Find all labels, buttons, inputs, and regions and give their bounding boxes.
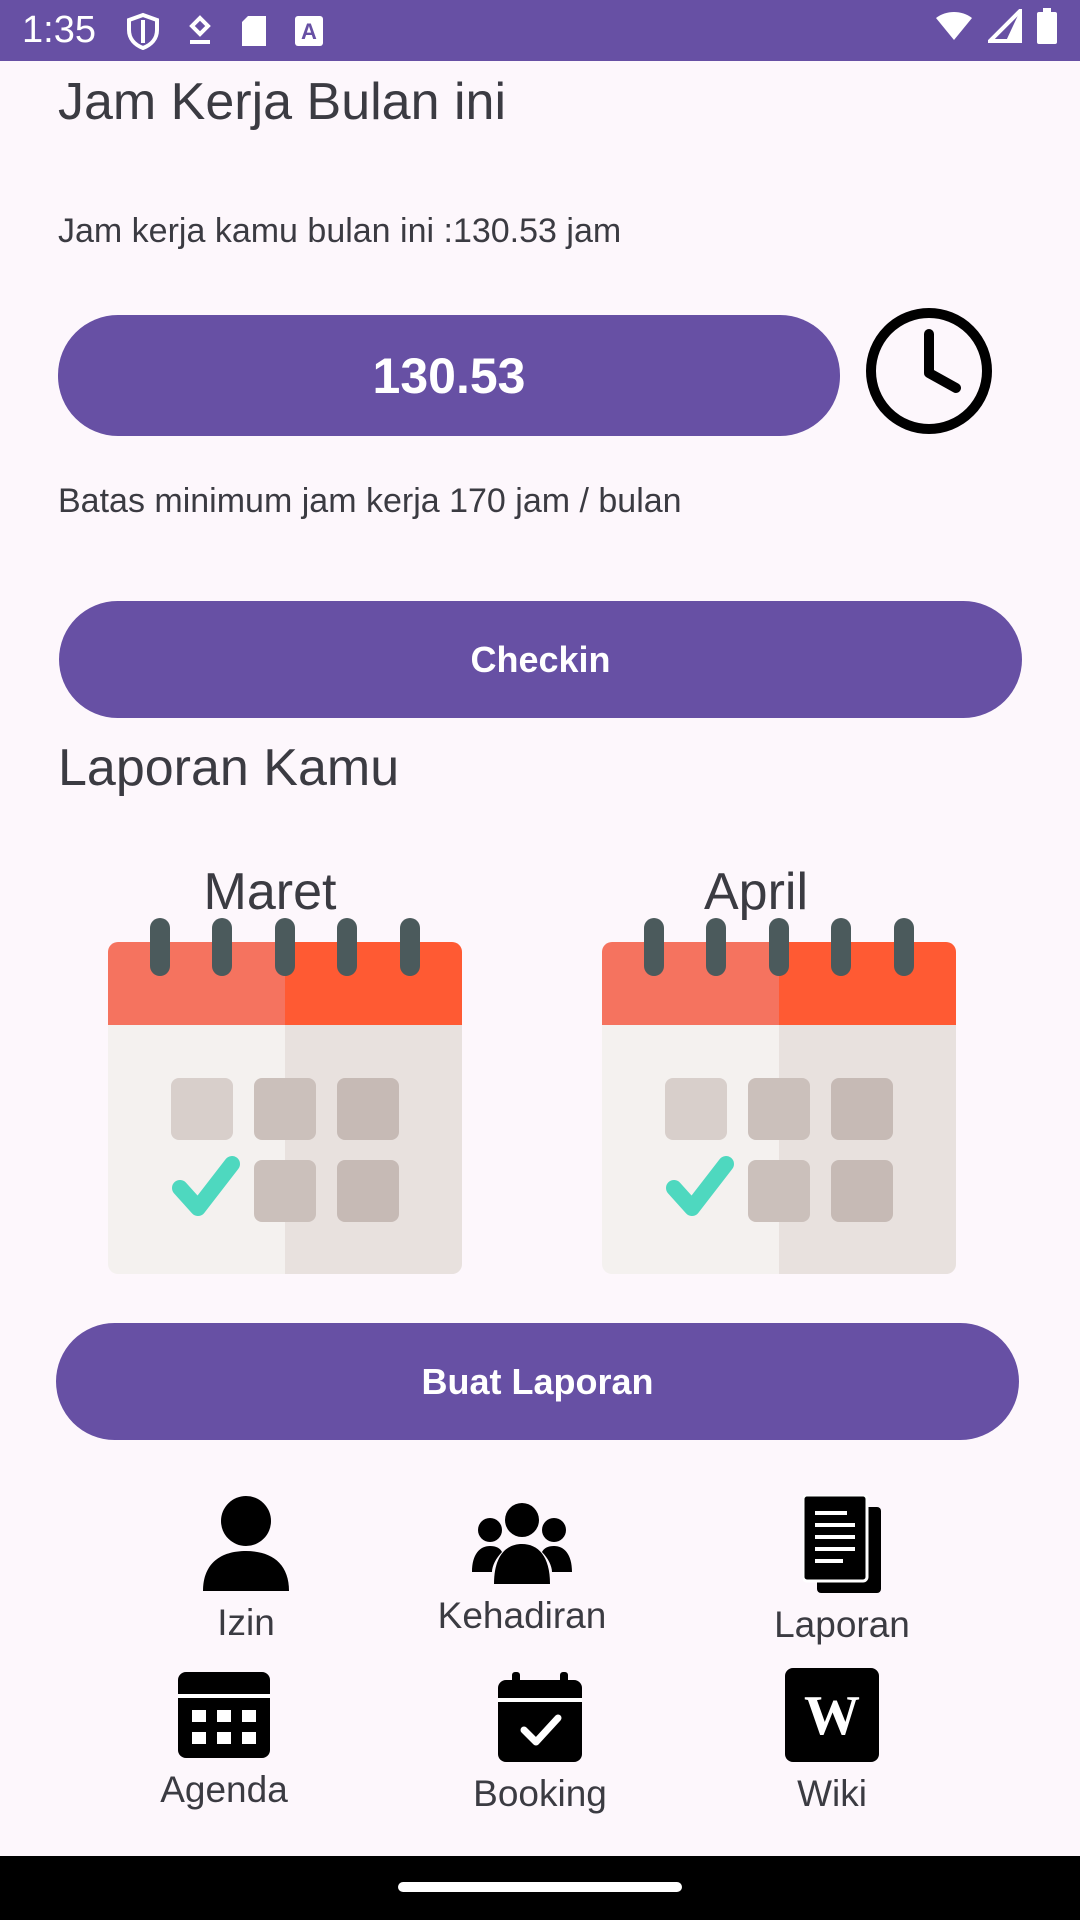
- calendar-check-icon: [498, 1672, 582, 1767]
- wikipedia-icon: W: [785, 1668, 879, 1767]
- svg-text:W: W: [804, 1685, 860, 1747]
- calendar-april-icon[interactable]: [602, 918, 956, 1279]
- shield-icon: [126, 12, 160, 50]
- menu-label-wiki: Wiki: [797, 1773, 867, 1814]
- font-icon: A: [294, 15, 324, 47]
- menu-label-agenda: Agenda: [160, 1769, 288, 1810]
- status-bar: 1:35 A: [0, 0, 1080, 61]
- menu-item-izin[interactable]: Izin: [136, 1495, 356, 1644]
- menu-item-kehadiran[interactable]: Kehadiran: [412, 1500, 632, 1637]
- month-label-april: April: [703, 863, 809, 921]
- status-time: 1:35: [22, 9, 96, 51]
- menu-item-agenda[interactable]: Agenda: [114, 1672, 334, 1811]
- menu-item-laporan[interactable]: Laporan: [732, 1493, 952, 1646]
- checkin-button-label: Checkin: [470, 638, 611, 680]
- calendar-maret-icon[interactable]: [108, 918, 462, 1279]
- menu-label-kehadiran: Kehadiran: [437, 1595, 607, 1636]
- gesture-nav-bar: [0, 1856, 1080, 1920]
- menu-item-booking[interactable]: Booking: [430, 1672, 650, 1815]
- calendar-grid-icon: [178, 1672, 270, 1763]
- checkin-button[interactable]: Checkin: [59, 601, 1022, 718]
- reports-title: Laporan Kamu: [58, 739, 400, 797]
- create-report-button[interactable]: Buat Laporan: [56, 1323, 1019, 1440]
- group-icon: [472, 1500, 572, 1589]
- work-hours-value-display: 130.53: [58, 315, 840, 436]
- cell-signal-icon: [985, 5, 1022, 53]
- create-report-button-label: Buat Laporan: [421, 1360, 654, 1402]
- menu-item-wiki[interactable]: W Wiki: [722, 1668, 942, 1815]
- menu-label-laporan: Laporan: [774, 1604, 910, 1645]
- clock-icon: [864, 306, 994, 441]
- work-hours-summary: Jam kerja kamu bulan ini :130.53 jam: [58, 212, 622, 250]
- menu-label-izin: Izin: [217, 1602, 275, 1643]
- minimum-hours-note: Batas minimum jam kerja 170 jam / bulan: [58, 482, 682, 520]
- document-icon: [801, 1493, 881, 1598]
- work-hours-value: 130.53: [372, 347, 526, 404]
- svg-text:A: A: [301, 19, 317, 44]
- location-icon: [186, 14, 214, 48]
- battery-icon: [1036, 7, 1058, 54]
- month-label-maret: Maret: [203, 863, 337, 921]
- home-handle[interactable]: [398, 1882, 682, 1892]
- menu-label-booking: Booking: [473, 1773, 607, 1814]
- person-icon: [201, 1495, 291, 1596]
- sd-card-icon: [240, 14, 268, 48]
- work-hours-title: Jam Kerja Bulan ini: [58, 73, 506, 131]
- wifi-icon: [934, 9, 974, 52]
